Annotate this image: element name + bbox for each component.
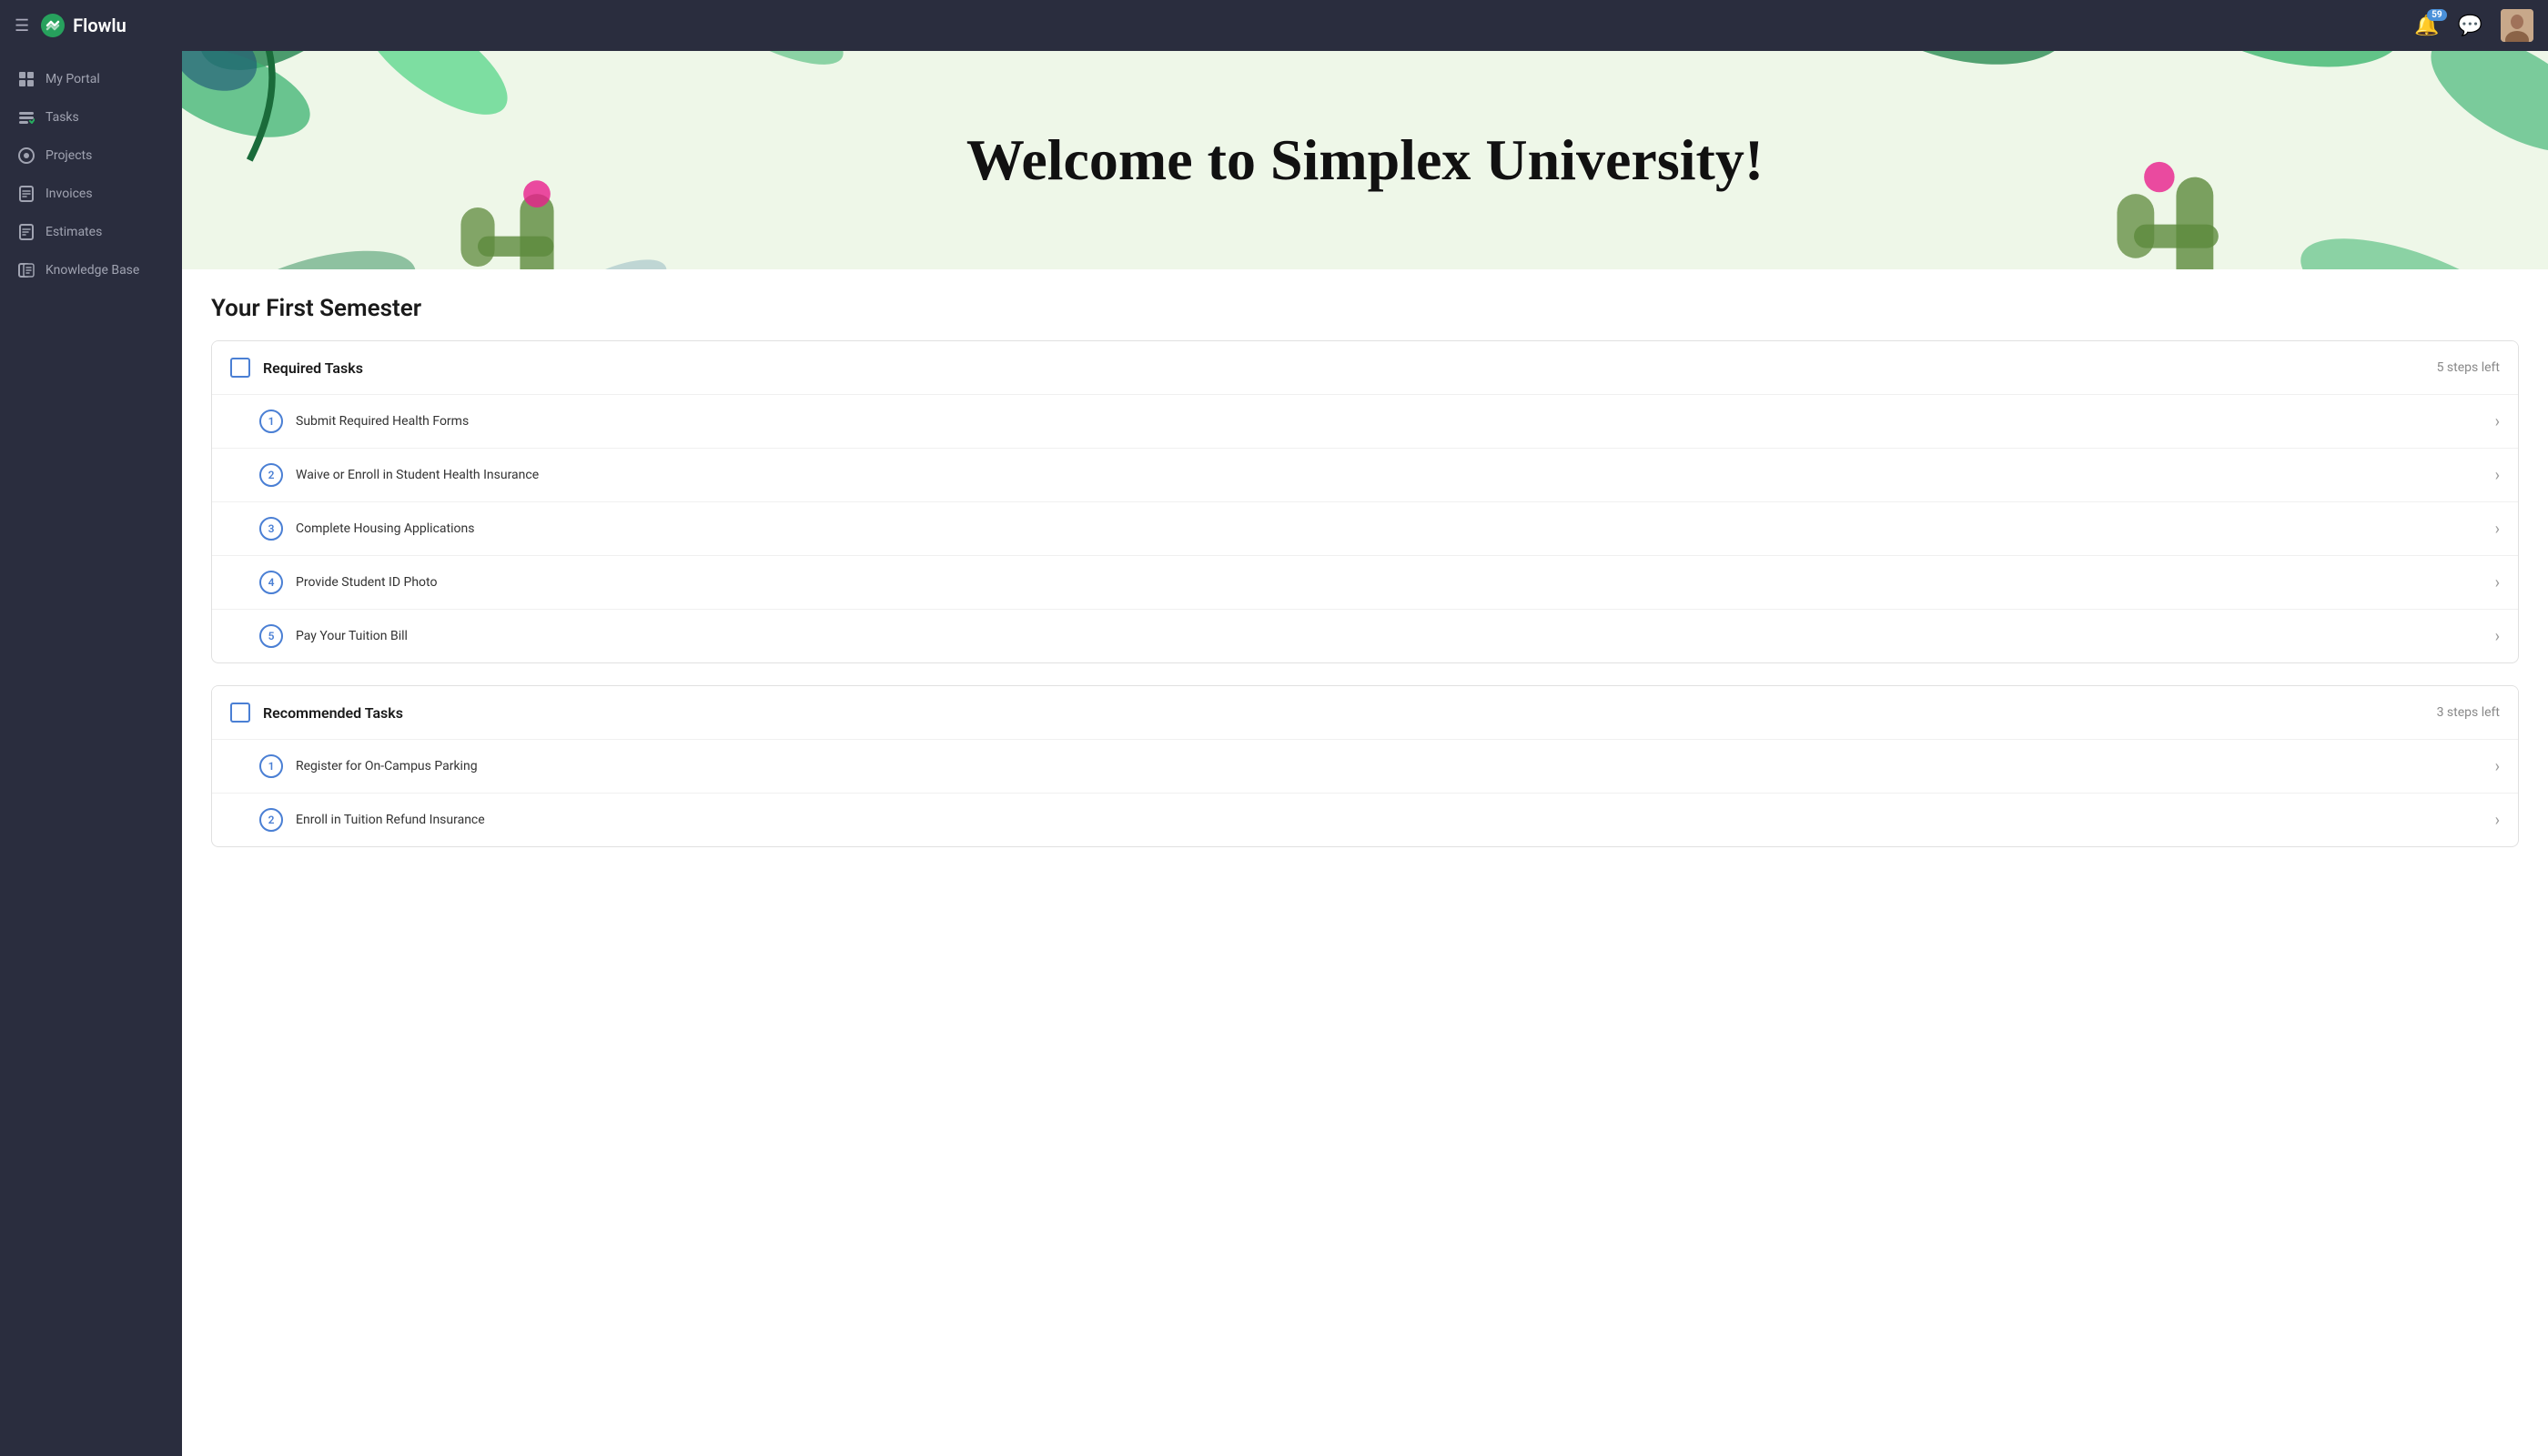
required-task-4[interactable]: 4 Provide Student ID Photo ›: [212, 555, 2518, 609]
tasks-icon: [18, 109, 35, 126]
required-tasks-header-left: Required Tasks: [230, 358, 363, 378]
chat-icon[interactable]: 💬: [2458, 15, 2482, 37]
recommended-tasks-header[interactable]: Recommended Tasks 3 steps left: [212, 686, 2518, 739]
required-steps-left: 5 steps left: [2437, 360, 2500, 375]
page-content: Your First Semester Required Tasks 5 ste…: [182, 269, 2548, 895]
recommended-task-1[interactable]: 1 Register for On-Campus Parking ›: [212, 739, 2518, 793]
sidebar-item-tasks[interactable]: Tasks: [0, 98, 182, 136]
chevron-right-icon-5: ›: [2495, 627, 2500, 646]
welcome-banner: Welcome to Simplex University!: [182, 51, 2548, 269]
notification-button[interactable]: 🔔 59: [2414, 15, 2439, 37]
logo-text: Flowlu: [73, 15, 126, 36]
sidebar-label-projects: Projects: [46, 148, 92, 163]
projects-icon: [18, 147, 35, 164]
sidebar: My Portal Tasks Projects: [0, 51, 182, 1456]
task-item-left-5: 5 Pay Your Tuition Bill: [259, 624, 408, 648]
step-number-2: 2: [259, 463, 283, 487]
step-number-5: 5: [259, 624, 283, 648]
rec-task-label-1: Register for On-Campus Parking: [296, 759, 478, 774]
sidebar-label-my-portal: My Portal: [46, 72, 100, 86]
step-number-4: 4: [259, 571, 283, 594]
chevron-right-icon-2: ›: [2495, 466, 2500, 485]
rec-task-item-left-1: 1 Register for On-Campus Parking: [259, 754, 478, 778]
recommended-tasks-header-left: Recommended Tasks: [230, 703, 403, 723]
step-number-1: 1: [259, 410, 283, 433]
sidebar-item-projects[interactable]: Projects: [0, 136, 182, 175]
sidebar-label-invoices: Invoices: [46, 187, 93, 201]
hamburger-icon[interactable]: ☰: [15, 16, 29, 35]
recommended-tasks-label: Recommended Tasks: [263, 704, 403, 722]
task-label-4: Provide Student ID Photo: [296, 575, 437, 590]
task-label-3: Complete Housing Applications: [296, 521, 474, 536]
chevron-right-icon-4: ›: [2495, 573, 2500, 592]
topbar-left: ☰ Flowlu: [15, 13, 126, 38]
estimates-icon: [18, 224, 35, 240]
rec-chevron-right-icon-2: ›: [2495, 811, 2500, 830]
sidebar-item-my-portal[interactable]: My Portal: [0, 60, 182, 98]
sidebar-item-estimates[interactable]: Estimates: [0, 213, 182, 251]
chevron-right-icon-1: ›: [2495, 412, 2500, 431]
sidebar-item-knowledge-base[interactable]: Knowledge Base: [0, 251, 182, 289]
knowledge-base-icon: [18, 262, 35, 278]
sidebar-item-invoices[interactable]: Invoices: [0, 175, 182, 213]
rec-step-number-1: 1: [259, 754, 283, 778]
required-task-3[interactable]: 3 Complete Housing Applications ›: [212, 501, 2518, 555]
sidebar-label-tasks: Tasks: [46, 110, 79, 125]
required-tasks-label: Required Tasks: [263, 359, 363, 377]
required-task-1[interactable]: 1 Submit Required Health Forms ›: [212, 394, 2518, 448]
recommended-task-2[interactable]: 2 Enroll in Tuition Refund Insurance ›: [212, 793, 2518, 846]
required-checkbox-icon[interactable]: [230, 358, 250, 378]
section-title: Your First Semester: [211, 295, 2519, 322]
sidebar-label-estimates: Estimates: [46, 225, 102, 239]
user-avatar[interactable]: [2501, 9, 2533, 42]
task-item-left-2: 2 Waive or Enroll in Student Health Insu…: [259, 463, 539, 487]
rec-task-item-left-2: 2 Enroll in Tuition Refund Insurance: [259, 808, 485, 832]
topbar-right: 🔔 59 💬: [2414, 9, 2533, 42]
rec-step-number-2: 2: [259, 808, 283, 832]
banner-title: Welcome to Simplex University!: [966, 126, 1764, 196]
task-label-2: Waive or Enroll in Student Health Insura…: [296, 468, 539, 482]
main-content: Welcome to Simplex University! Your Firs…: [182, 51, 2548, 1456]
logo-wrapper: Flowlu: [40, 13, 126, 38]
rec-chevron-right-icon-1: ›: [2495, 757, 2500, 776]
chevron-right-icon-3: ›: [2495, 520, 2500, 539]
rec-task-label-2: Enroll in Tuition Refund Insurance: [296, 813, 485, 827]
required-task-5[interactable]: 5 Pay Your Tuition Bill ›: [212, 609, 2518, 662]
notification-badge: 59: [2427, 9, 2446, 21]
app-body: My Portal Tasks Projects: [0, 51, 2548, 1456]
task-label-1: Submit Required Health Forms: [296, 414, 469, 429]
flowlu-logo-icon: [40, 13, 66, 38]
task-item-left-4: 4 Provide Student ID Photo: [259, 571, 437, 594]
task-label-5: Pay Your Tuition Bill: [296, 629, 408, 643]
required-task-2[interactable]: 2 Waive or Enroll in Student Health Insu…: [212, 448, 2518, 501]
task-item-left-1: 1 Submit Required Health Forms: [259, 410, 469, 433]
recommended-steps-left: 3 steps left: [2437, 705, 2500, 720]
required-tasks-group: Required Tasks 5 steps left 1 Submit Req…: [211, 340, 2519, 663]
recommended-tasks-group: Recommended Tasks 3 steps left 1 Registe…: [211, 685, 2519, 847]
invoices-icon: [18, 186, 35, 202]
my-portal-icon: [18, 71, 35, 87]
task-item-left-3: 3 Complete Housing Applications: [259, 517, 474, 541]
required-tasks-header[interactable]: Required Tasks 5 steps left: [212, 341, 2518, 394]
topbar: ☰ Flowlu 🔔 59 💬: [0, 0, 2548, 51]
recommended-checkbox-icon[interactable]: [230, 703, 250, 723]
step-number-3: 3: [259, 517, 283, 541]
sidebar-label-knowledge-base: Knowledge Base: [46, 263, 139, 278]
